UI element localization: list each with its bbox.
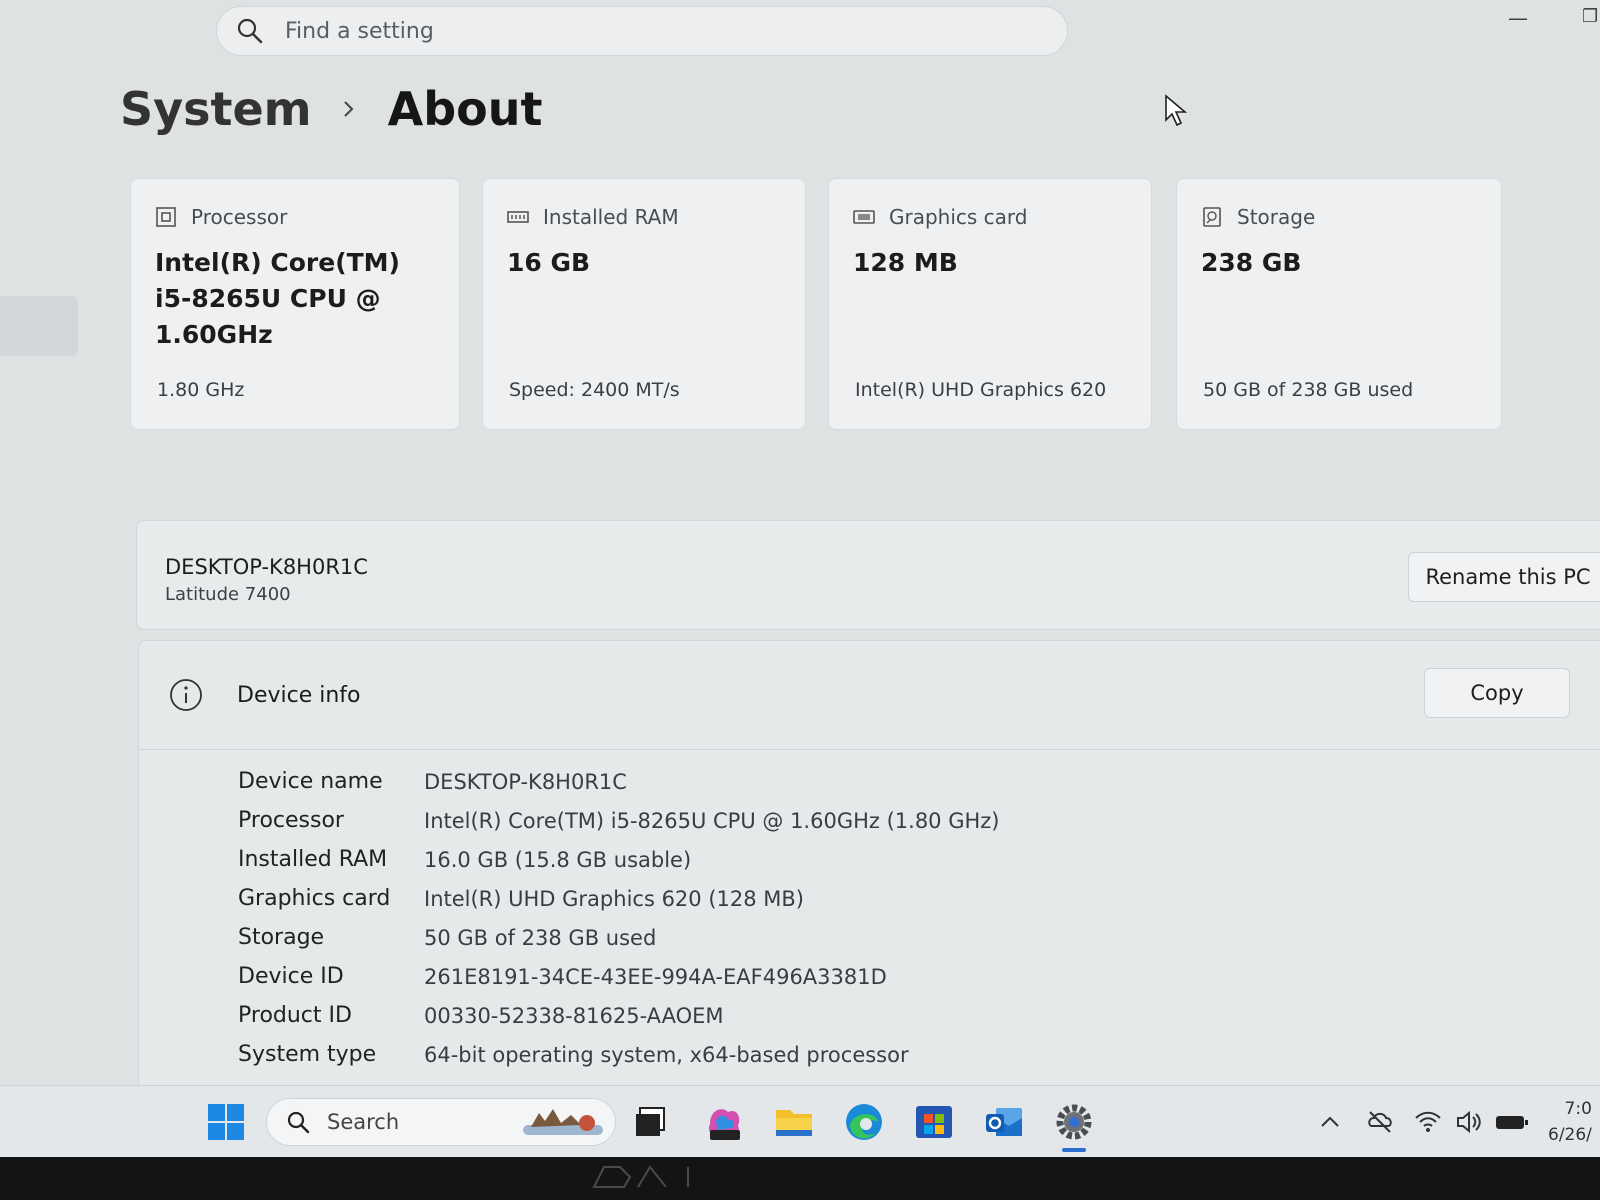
active-app-indicator bbox=[1062, 1148, 1086, 1152]
processor-icon bbox=[156, 207, 176, 227]
processor-card: Processor Intel(R) Core(TM) i5-8265U CPU… bbox=[130, 178, 460, 430]
spec-label: Processor bbox=[238, 808, 344, 833]
chevron-right-icon bbox=[343, 101, 354, 117]
card-sub: 50 GB of 238 GB used bbox=[1203, 379, 1414, 401]
graphics-card-card: Graphics card 128 MB Intel(R) UHD Graphi… bbox=[828, 178, 1152, 430]
settings-search[interactable] bbox=[216, 6, 1068, 56]
clock-date: 6/26/ bbox=[1548, 1125, 1592, 1145]
store-icon[interactable] bbox=[912, 1100, 956, 1144]
card-sub: Intel(R) UHD Graphics 620 bbox=[855, 379, 1107, 401]
spec-value: 16.0 GB (15.8 GB usable) bbox=[424, 847, 692, 872]
graphics-card-icon bbox=[853, 210, 875, 224]
task-view-icon[interactable] bbox=[628, 1100, 672, 1144]
wifi-icon[interactable] bbox=[1414, 1108, 1442, 1136]
info-icon bbox=[170, 679, 202, 711]
clock-time: 7:0 bbox=[1564, 1099, 1592, 1119]
edge-icon[interactable] bbox=[842, 1100, 886, 1144]
card-value: 128 MB bbox=[853, 248, 958, 277]
card-label: Processor bbox=[191, 205, 288, 229]
file-explorer-icon[interactable] bbox=[772, 1100, 816, 1144]
card-value: 16 GB bbox=[507, 248, 591, 277]
chevron-up-icon[interactable] bbox=[1316, 1108, 1344, 1136]
laptop-bezel bbox=[0, 1157, 1600, 1200]
spec-row: Device ID 261E8191-34CE-43EE-994A-EAF496… bbox=[238, 957, 1000, 996]
outlook-icon[interactable] bbox=[982, 1100, 1026, 1144]
volume-icon[interactable] bbox=[1454, 1108, 1482, 1136]
spec-label: Device ID bbox=[238, 964, 344, 989]
battery-icon[interactable] bbox=[1494, 1108, 1530, 1136]
spec-label: Product ID bbox=[238, 1003, 352, 1028]
taskbar-clock[interactable]: 7:0 6/26/ bbox=[1548, 1096, 1592, 1148]
rename-pc-button[interactable]: Rename this PC bbox=[1408, 552, 1600, 602]
minimize-button[interactable]: — bbox=[1508, 6, 1528, 30]
spec-row: Installed RAM 16.0 GB (15.8 GB usable) bbox=[238, 840, 1000, 879]
sync-off-icon[interactable] bbox=[1366, 1108, 1394, 1136]
search-input[interactable] bbox=[283, 17, 987, 45]
taskbar-search-label: Search bbox=[327, 1110, 400, 1134]
storage-icon bbox=[1203, 207, 1221, 227]
spec-value: 261E8191-34CE-43EE-994A-EAF496A3381D bbox=[424, 964, 887, 989]
spec-value: DESKTOP-K8H0R1C bbox=[424, 769, 627, 794]
breadcrumb: System About bbox=[120, 82, 543, 136]
spec-row: Product ID 00330-52338-81625-AAOEM bbox=[238, 996, 1000, 1035]
settings-icon[interactable] bbox=[1052, 1100, 1096, 1144]
device-spec-table: Device name DESKTOP-K8H0R1C Processor In… bbox=[238, 762, 1000, 1074]
spec-row: Device name DESKTOP-K8H0R1C bbox=[238, 762, 1000, 801]
pc-name: DESKTOP-K8H0R1C bbox=[165, 555, 368, 579]
search-icon bbox=[237, 18, 263, 44]
spec-label: Graphics card bbox=[238, 886, 391, 911]
m365-icon[interactable] bbox=[702, 1100, 746, 1144]
spec-label: Installed RAM bbox=[238, 847, 388, 872]
spec-value: Intel(R) UHD Graphics 620 (128 MB) bbox=[424, 886, 804, 911]
spec-label: Device name bbox=[238, 769, 383, 794]
spec-row: Storage 50 GB of 238 GB used bbox=[238, 918, 1000, 957]
copy-button[interactable]: Copy bbox=[1424, 668, 1570, 718]
spec-row: Graphics card Intel(R) UHD Graphics 620 … bbox=[238, 879, 1000, 918]
card-label: Storage bbox=[1237, 205, 1316, 229]
card-value: Intel(R) Core(TM) i5-8265U CPU @ 1.60GHz bbox=[155, 248, 400, 349]
search-icon bbox=[287, 1111, 310, 1134]
maximize-button[interactable]: ❐ bbox=[1582, 6, 1598, 27]
taskbar-search[interactable]: Search bbox=[266, 1098, 616, 1146]
card-label: Installed RAM bbox=[543, 205, 679, 229]
mouse-cursor-icon bbox=[1165, 94, 1188, 127]
spec-row: Processor Intel(R) Core(TM) i5-8265U CPU… bbox=[238, 801, 1000, 840]
page-title: About bbox=[387, 82, 543, 136]
spec-value: 64-bit operating system, x64-based proce… bbox=[424, 1042, 909, 1067]
card-sub: Speed: 2400 MT/s bbox=[509, 379, 680, 401]
card-sub: 1.80 GHz bbox=[157, 379, 245, 401]
sidebar-selected-item[interactable] bbox=[0, 296, 78, 356]
ram-card: Installed RAM 16 GB Speed: 2400 MT/s bbox=[482, 178, 806, 430]
spec-value: Intel(R) Core(TM) i5-8265U CPU @ 1.60GHz… bbox=[424, 808, 1000, 833]
taskbar: Search 7:0 6/26/ bbox=[0, 1085, 1600, 1158]
laptop-logo-icon bbox=[592, 1165, 689, 1188]
device-info-title: Device info bbox=[237, 683, 361, 708]
spec-row: System type 64-bit operating system, x64… bbox=[238, 1035, 1000, 1074]
pc-model: Latitude 7400 bbox=[165, 584, 291, 605]
breadcrumb-system[interactable]: System bbox=[120, 82, 312, 136]
pc-name-bar: DESKTOP-K8H0R1C Latitude 7400 bbox=[136, 520, 1600, 630]
ram-icon bbox=[507, 211, 529, 223]
device-info-header[interactable]: Device info bbox=[139, 641, 1600, 750]
spec-label: Storage bbox=[238, 925, 325, 950]
spec-label: System type bbox=[238, 1042, 377, 1067]
search-highlight-icon bbox=[523, 1109, 603, 1135]
windows-start-icon[interactable] bbox=[204, 1100, 248, 1144]
spec-value: 50 GB of 238 GB used bbox=[424, 925, 657, 950]
spec-value: 00330-52338-81625-AAOEM bbox=[424, 1003, 724, 1028]
storage-card: Storage 238 GB 50 GB of 238 GB used bbox=[1176, 178, 1502, 430]
card-value: 238 GB bbox=[1201, 248, 1302, 277]
card-label: Graphics card bbox=[889, 205, 1028, 229]
